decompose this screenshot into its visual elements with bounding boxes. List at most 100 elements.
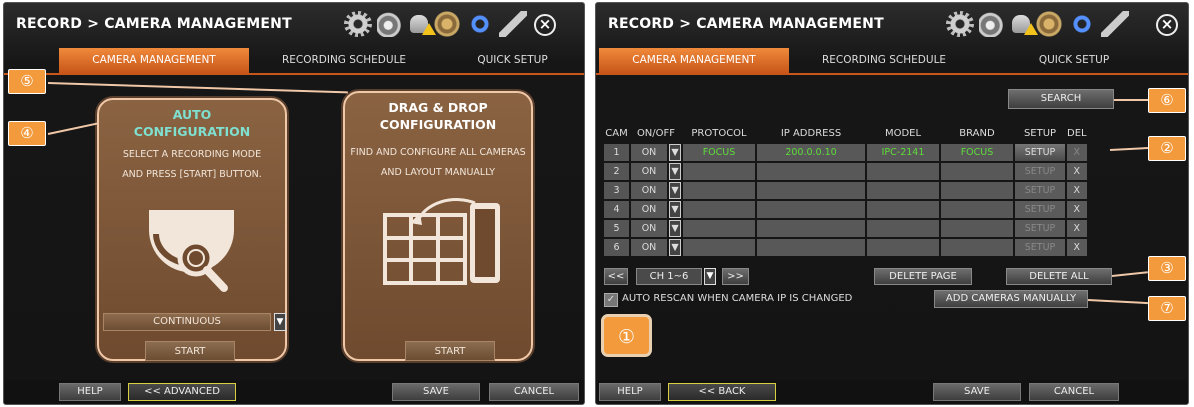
tab-camera-management[interactable]: CAMERA MANAGEMENT [59, 48, 249, 73]
table-row: 4 ON ▼ SETUP X [604, 201, 1087, 218]
usb-icon[interactable] [499, 11, 527, 37]
drag-title-line2: CONFIGURATION [379, 117, 497, 132]
marker-7-leader [1087, 299, 1148, 305]
protocol-cell [683, 201, 755, 218]
delete-page-button[interactable]: DELETE PAGE [874, 268, 972, 285]
tab-bar: CAMERA MANAGEMENT RECORDING SCHEDULE QUI… [596, 48, 1188, 74]
help-button[interactable]: HELP [599, 383, 661, 401]
chevron-down-icon[interactable]: ▼ [669, 239, 681, 256]
ip-address-cell [757, 182, 865, 199]
chevron-down-icon[interactable]: ▼ [704, 268, 716, 285]
drag-start-button[interactable]: START [405, 341, 495, 361]
ip-address-cell [757, 220, 865, 237]
usb-icon[interactable] [1101, 11, 1129, 37]
camera-icon[interactable] [979, 11, 1007, 37]
close-icon[interactable]: × [534, 14, 556, 36]
drag-desc-line2: AND LAYOUT MANUALLY [380, 167, 496, 178]
on-off-select[interactable]: ON [631, 144, 667, 161]
marker-3: ③ [1148, 256, 1186, 281]
tab-quick-setup[interactable]: QUICK SETUP [979, 48, 1169, 73]
model-cell [867, 220, 939, 237]
on-off-select[interactable]: ON [631, 163, 667, 180]
model-cell [867, 182, 939, 199]
camera-icon[interactable] [377, 11, 405, 37]
help-button[interactable]: HELP [59, 383, 121, 401]
model-cell: IPC-2141 [867, 144, 939, 161]
network-icon[interactable] [466, 11, 494, 37]
auto-configuration-card[interactable]: AUTO CONFIGURATION SELECT A RECORDING MO… [97, 98, 287, 361]
film-reel-icon[interactable] [433, 11, 461, 37]
tab-camera-management[interactable]: CAMERA MANAGEMENT [599, 48, 789, 73]
chevron-down-icon[interactable]: ▼ [669, 144, 681, 161]
advanced-button[interactable]: << ADVANCED [128, 383, 236, 401]
prev-page-button[interactable]: << [604, 268, 628, 285]
bottom-bar: HELP << BACK SAVE CANCEL [596, 380, 1188, 404]
drag-drop-configuration-card[interactable]: DRAG & DROP CONFIGURATION FIND AND CONFI… [343, 91, 533, 361]
model-cell [867, 201, 939, 218]
tab-quick-setup[interactable]: QUICK SETUP [439, 48, 584, 73]
network-icon[interactable] [1068, 11, 1096, 37]
search-button[interactable]: SEARCH [1008, 89, 1114, 109]
protocol-cell [683, 163, 755, 180]
add-cameras-manually-button[interactable]: ADD CAMERAS MANUALLY [934, 290, 1088, 308]
protocol-cell [683, 220, 755, 237]
chevron-down-icon[interactable]: ▼ [669, 163, 681, 180]
chevron-down-icon[interactable]: ▼ [274, 313, 286, 331]
column-header: BRAND [959, 127, 995, 139]
save-button[interactable]: SAVE [392, 383, 480, 401]
page-title: RECORD > CAMERA MANAGEMENT [608, 16, 884, 32]
recording-mode-select[interactable]: CONTINUOUS [103, 313, 271, 331]
delete-button[interactable]: X [1067, 239, 1087, 256]
delete-all-button[interactable]: DELETE ALL [1006, 268, 1112, 285]
chevron-down-icon[interactable]: ▼ [669, 220, 681, 237]
setup-button[interactable]: SETUP [1015, 144, 1065, 161]
setup-button[interactable]: SETUP [1015, 182, 1065, 199]
table-header-row: CAM ON/OFF PROTOCOL IP ADDRESS MODEL BRA… [604, 124, 1086, 142]
auto-rescan-checkbox[interactable]: ✓ [604, 293, 618, 307]
column-header: MODEL [884, 127, 922, 139]
on-off-select[interactable]: ON [631, 182, 667, 199]
delete-button[interactable]: X [1067, 163, 1087, 180]
setup-button[interactable]: SETUP [1015, 220, 1065, 237]
brand-cell [941, 239, 1013, 256]
channel-range-select[interactable]: CH 1~6 [636, 268, 702, 285]
protocol-cell [683, 182, 755, 199]
marker-6: ⑥ [1148, 88, 1186, 113]
gear-icon[interactable] [344, 11, 372, 37]
delete-button[interactable]: X [1067, 201, 1087, 218]
ip-address-cell: 200.0.0.10 [757, 144, 865, 161]
model-cell [867, 239, 939, 256]
column-header: CAM [605, 127, 628, 139]
on-off-select[interactable]: ON [631, 201, 667, 218]
auto-card-description: SELECT A RECORDING MODE AND PRESS [START… [99, 145, 285, 185]
delete-button[interactable]: X [1067, 144, 1087, 161]
auto-start-button[interactable]: START [145, 341, 235, 361]
table-row: 3 ON ▼ SETUP X [604, 182, 1087, 199]
cancel-button[interactable]: CANCEL [1029, 383, 1119, 401]
gear-icon[interactable] [946, 11, 974, 37]
back-button[interactable]: << BACK [668, 383, 776, 401]
close-icon[interactable]: × [1156, 14, 1178, 36]
brand-cell [941, 182, 1013, 199]
on-off-select[interactable]: ON [631, 239, 667, 256]
hdd-warning-icon[interactable] [410, 15, 436, 35]
setup-button[interactable]: SETUP [1015, 201, 1065, 218]
on-off-select[interactable]: ON [631, 220, 667, 237]
tab-recording-schedule[interactable]: RECORDING SCHEDULE [249, 48, 439, 73]
setup-button[interactable]: SETUP [1015, 163, 1065, 180]
table-row: 6 ON ▼ SETUP X [604, 239, 1087, 256]
chevron-down-icon[interactable]: ▼ [669, 182, 681, 199]
delete-button[interactable]: X [1067, 220, 1087, 237]
film-reel-icon[interactable] [1035, 11, 1063, 37]
hdd-warning-icon[interactable] [1012, 15, 1038, 35]
delete-button[interactable]: X [1067, 182, 1087, 199]
tab-recording-schedule[interactable]: RECORDING SCHEDULE [789, 48, 979, 73]
cancel-button[interactable]: CANCEL [489, 383, 579, 401]
chevron-down-icon[interactable]: ▼ [669, 201, 681, 218]
auto-rescan-label: AUTO RESCAN WHEN CAMERA IP IS CHANGED [622, 293, 853, 304]
setup-button[interactable]: SETUP [1015, 239, 1065, 256]
next-page-button[interactable]: >> [722, 268, 749, 285]
cam-number: 6 [604, 239, 629, 256]
save-button[interactable]: SAVE [933, 383, 1021, 401]
drag-card-description: FIND AND CONFIGURE ALL CAMERAS AND LAYOU… [345, 143, 531, 183]
